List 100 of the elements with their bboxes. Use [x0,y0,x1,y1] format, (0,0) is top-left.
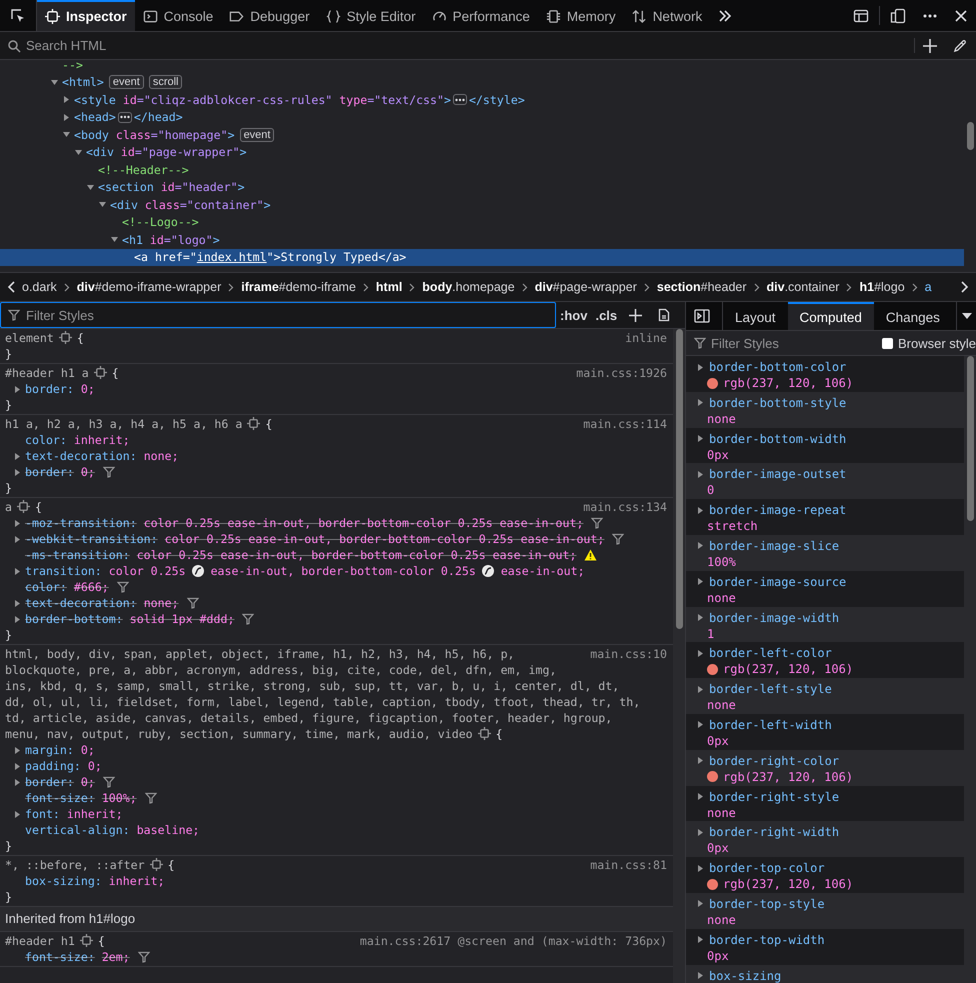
expand-triangle-icon[interactable] [697,541,704,550]
color-swatch[interactable] [707,664,718,675]
expand-triangle-icon[interactable] [697,613,704,622]
filter-icon[interactable] [591,517,604,529]
expand-triangle-icon[interactable] [697,398,704,408]
breadcrumb[interactable]: o.dark [22,280,57,294]
breadcrumb[interactable]: h1#logo [859,280,905,294]
markup-badge[interactable]: event [108,75,144,90]
markup-line[interactable]: <!--Header--> [0,161,964,178]
sidebar-tab[interactable]: Computed [788,302,874,330]
tool-tab[interactable]: Style Editor [318,0,424,31]
expand-triangle-icon[interactable] [62,112,71,122]
filter-icon[interactable] [612,533,624,545]
collapsed-content-icon[interactable] [452,94,467,106]
filter-icon[interactable] [102,776,115,788]
expand-triangle-icon[interactable] [14,518,21,528]
breadcrumb[interactable]: a [924,280,932,294]
expand-triangle-icon[interactable] [14,778,21,786]
color-swatch[interactable] [707,878,718,890]
expand-triangle-icon[interactable] [697,720,704,730]
markup-line[interactable]: --> [0,60,964,74]
expand-triangle-icon[interactable] [14,810,21,818]
rule-source-link[interactable]: main.css:10 [590,646,667,662]
expand-triangle-icon[interactable] [697,864,704,873]
expand-triangle-icon[interactable] [697,648,704,658]
expand-triangle-icon[interactable] [697,935,704,944]
expand-triangle-icon[interactable] [697,506,704,515]
expand-triangle-icon[interactable] [697,684,704,694]
declaration[interactable]: border: 0; [25,464,95,480]
color-swatch[interactable] [707,378,718,388]
tool-tab[interactable]: Network [624,0,710,31]
breadcrumb[interactable]: div#demo-iframe-wrapper [76,280,222,294]
tool-tab[interactable]: Memory [538,0,624,31]
expand-triangle-icon[interactable] [14,534,21,544]
timing-function-icon[interactable] [482,565,494,577]
markup-line[interactable]: <div id="page-wrapper"> [0,144,964,161]
expand-triangle-icon[interactable] [62,95,71,104]
expand-triangle-icon[interactable] [98,200,107,210]
expand-triangle-icon[interactable] [110,235,119,244]
declaration[interactable]: border-bottom: solid 1px #ddd; [25,611,234,627]
markup-line[interactable]: <h1 id="logo"> [0,231,964,248]
declaration[interactable]: color: #666; [25,579,109,595]
tool-tab[interactable]: Console [134,0,222,31]
expand-triangle-icon[interactable] [14,762,21,770]
rule-source-link[interactable]: main.css:81 [590,857,667,873]
expand-triangle-icon[interactable] [14,598,21,608]
filter-icon[interactable] [144,792,157,804]
crosshair-icon[interactable] [58,331,72,344]
declaration[interactable]: transition: color 0.25s ease-in-out, border-bottom-color 0.25s ease-in-out; [25,563,585,579]
expand-triangle-icon[interactable] [697,792,704,802]
declaration[interactable]: padding: 0; [25,758,102,774]
breadcrumb[interactable]: html [376,280,402,294]
declaration[interactable]: text-decoration: none; [25,448,179,464]
expand-triangle-icon[interactable] [62,130,71,140]
markup-badge[interactable]: event [240,128,274,142]
markup-badge[interactable]: scroll [148,75,182,90]
expand-triangle-icon[interactable] [50,78,59,87]
expand-triangle-icon[interactable] [14,384,21,394]
rule-source-link[interactable]: inline [625,330,667,346]
collapsed-content-icon[interactable] [118,112,132,123]
declaration[interactable]: -ms-transition: color 0.25s ease-in-out, border-bottom-color 0.25s ease-in-out; [25,547,576,563]
crosshair-icon[interactable] [94,366,107,379]
search-field[interactable]: Search HTML [0,32,914,59]
rule-source-link[interactable]: main.css:134 [583,499,667,515]
expand-triangle-icon[interactable] [86,182,95,192]
scrollbar-thumb[interactable] [676,329,683,629]
sidebar-tab[interactable]: Changes [874,302,952,330]
declaration[interactable]: font: inherit; [25,806,123,822]
expand-triangle-icon[interactable] [14,614,21,624]
expand-triangle-icon[interactable] [697,470,704,479]
filter-icon[interactable] [102,466,115,478]
scrollbar-thumb[interactable] [967,122,974,150]
expand-triangle-icon[interactable] [697,577,704,586]
expand-triangle-icon[interactable] [74,148,83,157]
class-toggle[interactable]: .cls [591,302,622,328]
scrollbar-thumb[interactable] [967,356,974,521]
breadcrumb[interactable]: div#page-wrapper [534,280,637,294]
declaration[interactable]: font-size: 100%; [25,790,137,806]
markup-line[interactable]: <head> </head> [0,108,964,126]
rule-source-link[interactable]: main.css:1926 [576,365,667,381]
markup-line[interactable]: <!--Logo--> [0,214,964,231]
expand-triangle-icon[interactable] [14,566,21,576]
breadcrumb[interactable]: section#header [656,280,747,294]
markup-line[interactable]: <section id="header"> [0,178,964,196]
markup-line[interactable]: <style id="cliqz-adblokcer-css-rules" type="text/css"> </style> [0,91,964,108]
filter-icon[interactable] [138,951,150,963]
declaration[interactable]: border: 0; [25,774,95,790]
crosshair-icon[interactable] [150,858,163,871]
declaration[interactable]: -webkit-transition: color 0.25s ease-in-out, border-bottom-color 0.25s ease-in-out; [25,531,604,547]
rule-source-link[interactable]: main.css:114 [583,416,667,432]
rule-source-link[interactable]: main.css:2617 @screen and (max-width: 736px) [360,933,667,949]
crosshair-icon[interactable] [16,500,30,513]
filter-styles-field[interactable]: Filter Styles [0,302,556,328]
pseudo-class-toggle[interactable]: :hov [556,302,592,328]
markup-line[interactable]: <div class="container"> [0,196,964,214]
expand-triangle-icon[interactable] [697,971,704,980]
markup-line[interactable]: <html> event scroll [0,74,964,91]
declaration[interactable]: box-sizing: inherit; [25,873,165,889]
declaration[interactable]: font-size: 2em; [25,949,130,965]
crosshair-icon[interactable] [247,417,260,430]
